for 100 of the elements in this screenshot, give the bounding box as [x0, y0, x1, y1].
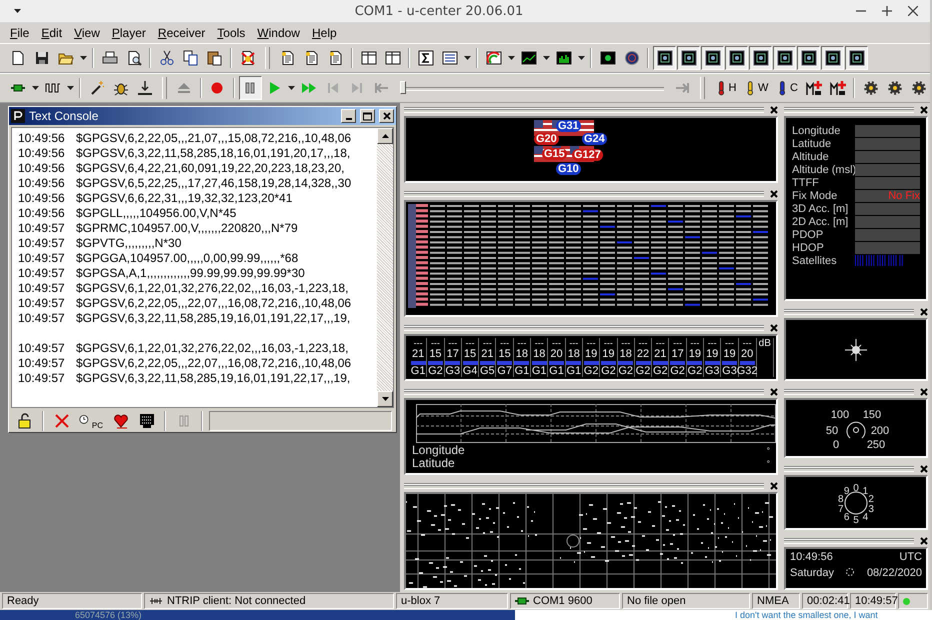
close-icon[interactable] [920, 106, 928, 114]
nmea-sentence: $GPGSV,6,6,22,31,,,19,32,32,123,20*41 [76, 190, 292, 204]
signal-bar [636, 361, 650, 365]
window-icon [752, 50, 768, 66]
signal-value: 19 [584, 349, 598, 360]
port-status: COM1 9600 [510, 593, 620, 609]
playback-slider[interactable] [400, 81, 664, 95]
window-icon [728, 50, 744, 66]
signal-bar [704, 361, 720, 365]
pause-button[interactable] [238, 76, 262, 100]
close-icon[interactable] [770, 324, 778, 332]
window-button[interactable] [821, 46, 844, 70]
command-field[interactable] [209, 411, 392, 431]
signal-bar [410, 361, 426, 365]
close-icon[interactable] [770, 388, 778, 396]
satellite-id: G4 [462, 366, 478, 377]
menu-item[interactable]: Edit [35, 25, 68, 41]
memory-plus-icon [806, 80, 822, 96]
thermometer-button[interactable]: C [772, 76, 801, 100]
data-label: TTFF [792, 176, 820, 188]
coordinate-label: Longitude [412, 444, 465, 457]
close-icon[interactable] [770, 482, 778, 490]
dial-digit: 4 [862, 512, 868, 523]
satellite-id: G1 [549, 366, 564, 377]
menu-item[interactable]: Tools [211, 25, 252, 41]
thermometer-button[interactable]: H [710, 76, 740, 100]
nmea-sentence: $GPGSV,6,5,22,25,,,17,27,46,158,19,28,14,328,,30 [76, 176, 352, 190]
close-button[interactable] [379, 109, 394, 123]
log-time: 10:49:57 [18, 250, 66, 264]
log-time: 10:49:57 [18, 280, 66, 294]
close-icon[interactable] [920, 308, 928, 316]
data-label: PDOP [792, 228, 824, 240]
nmea-sentence: $GPGSV,6,1,22,01,32,276,22,02,,,16,03,-1,223,18, [76, 340, 348, 354]
sigma-icon [418, 50, 434, 66]
satellite-id: G2 [601, 366, 616, 377]
document-icon [328, 50, 344, 66]
window-button[interactable] [677, 46, 700, 70]
panel-icon [384, 50, 400, 66]
download-icon [136, 80, 152, 96]
clock-button[interactable]: PC [76, 411, 106, 431]
data-label: Altitude [792, 150, 830, 162]
window-title: COM1 - u-center 20.06.01 [354, 4, 524, 18]
signal-value: 19 [602, 349, 615, 360]
signal-bar [480, 361, 495, 365]
menu-item[interactable]: Player [106, 25, 152, 41]
window-button[interactable] [749, 46, 772, 70]
minimize-button[interactable] [341, 109, 356, 123]
window-button[interactable] [797, 46, 820, 70]
window-button[interactable] [773, 46, 796, 70]
scroll-down-button[interactable] [377, 391, 393, 407]
desktop-text: 65074576 (13%) [0, 610, 515, 620]
maximize-button[interactable] [360, 109, 375, 123]
window-icon [848, 50, 864, 66]
menu-item[interactable]: File [4, 25, 36, 41]
caret-icon [32, 86, 38, 90]
caret-icon [288, 86, 296, 90]
satellite-label: G10 [556, 163, 581, 175]
list-icon [442, 50, 458, 66]
signal-bar [445, 361, 460, 365]
signal-header: --- [724, 338, 734, 349]
scroll-up-button[interactable] [377, 128, 393, 144]
signal-bar [549, 361, 564, 365]
signal-bar [566, 361, 582, 365]
menu-item[interactable]: Help [306, 25, 343, 41]
satellite-id: G32 [736, 366, 758, 377]
signal-bar [687, 361, 702, 365]
gauge-tick-label: 200 [870, 425, 890, 437]
signal-bar [670, 361, 686, 365]
signal-header: --- [656, 338, 665, 349]
status-text: 10:49:57 [850, 593, 896, 609]
print-preview-icon [126, 50, 142, 66]
window-button[interactable] [701, 46, 724, 70]
window-button[interactable] [845, 46, 868, 70]
signal-value: 18 [533, 349, 546, 360]
close-icon[interactable] [920, 537, 928, 545]
menu-item[interactable]: View [68, 25, 106, 41]
nmea-sentence: $GPGSV,6,3,22,11,58,285,19,16,01,191,22,17,,,19, [76, 310, 350, 324]
menu-item[interactable]: Receiver [152, 25, 212, 41]
close-icon[interactable] [770, 190, 778, 198]
thermometer-button[interactable]: W [740, 76, 772, 100]
screen-icon [600, 50, 616, 66]
status-text: Ready [2, 593, 142, 609]
window-button[interactable] [725, 46, 748, 70]
satellite-id: G7 [497, 366, 512, 377]
status-text: 00:02:41 [802, 593, 848, 609]
close-icon[interactable] [920, 465, 928, 473]
satellite-id: G1 [514, 366, 530, 377]
gauge-tick-label: 100 [830, 409, 850, 421]
window-button[interactable] [653, 46, 676, 70]
satellite-id: G1 [532, 366, 547, 377]
slider-thumb[interactable] [400, 81, 406, 94]
data-value [855, 176, 920, 188]
plug-icon [515, 597, 529, 605]
document-icon [304, 50, 320, 66]
nmea-sentence: $GPGLL,,,,,104956.00,V,N*45 [76, 206, 236, 220]
signal-header: --- [517, 338, 526, 349]
signal-bar [722, 361, 737, 365]
close-icon[interactable] [770, 106, 778, 114]
close-icon[interactable] [920, 388, 928, 396]
menu-item[interactable]: Window [251, 25, 306, 41]
